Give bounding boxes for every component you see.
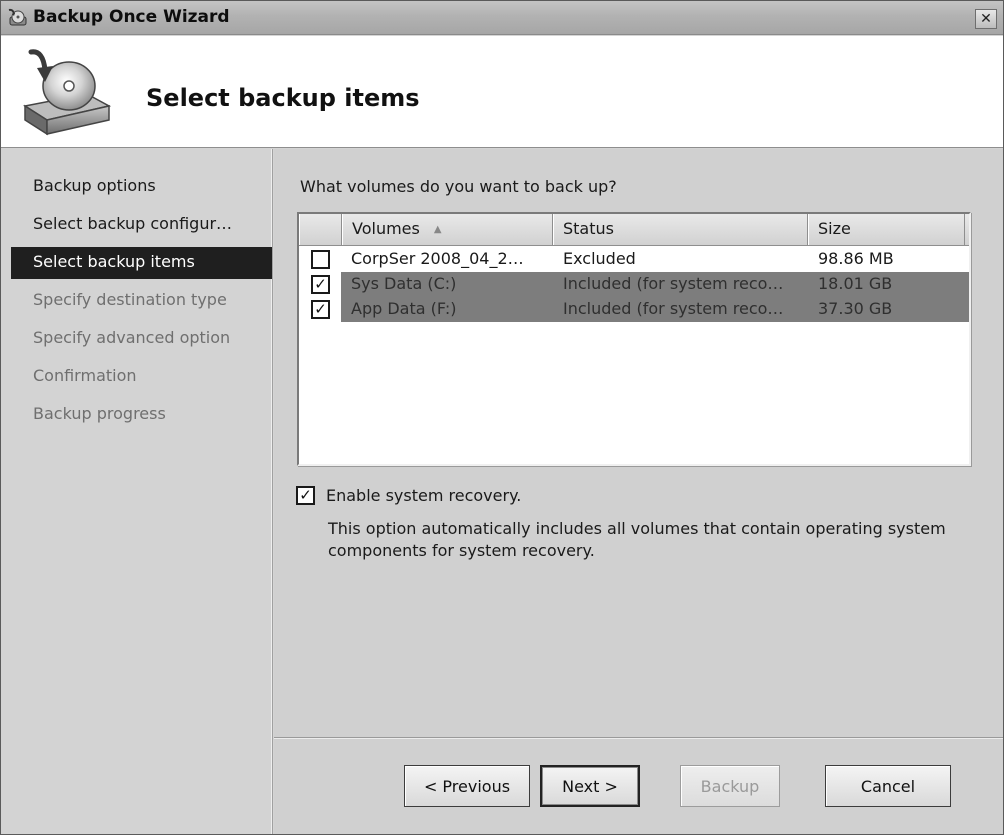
close-icon: ✕ bbox=[980, 11, 992, 27]
column-header-status[interactable]: Status bbox=[553, 214, 808, 245]
column-header-volumes-label: Volumes bbox=[352, 219, 420, 238]
backup-button: Backup bbox=[680, 765, 780, 807]
column-header-size[interactable]: Size bbox=[808, 214, 965, 245]
row-checkbox[interactable]: ✓ bbox=[311, 300, 330, 319]
table-row[interactable]: ✓ App Data (F:) Included (for system rec… bbox=[299, 297, 969, 322]
title-bar[interactable]: Backup Once Wizard ✕ bbox=[1, 1, 1003, 35]
volume-size: 18.01 GB bbox=[818, 274, 893, 293]
table-row[interactable]: CorpSer 2008_04_2… Excluded 98.86 MB bbox=[299, 247, 969, 272]
check-icon: ✓ bbox=[299, 486, 312, 504]
volume-name: App Data (F:) bbox=[351, 299, 457, 318]
sort-ascending-icon: ▲ bbox=[433, 224, 442, 235]
wizard-footer: < Previous Next > Backup Cancel bbox=[274, 737, 1003, 834]
nav-item-specify-advanced-option: Specify advanced option bbox=[33, 328, 231, 347]
nav-item-specify-destination-type: Specify destination type bbox=[33, 290, 227, 309]
volume-name: CorpSer 2008_04_2… bbox=[351, 249, 524, 268]
volumes-question: What volumes do you want to back up? bbox=[300, 177, 617, 196]
row-checkbox[interactable] bbox=[311, 250, 330, 269]
wizard-window: Backup Once Wizard ✕ Select backup items… bbox=[0, 0, 1004, 835]
table-row[interactable]: ✓ Sys Data (C:) Included (for system rec… bbox=[299, 272, 969, 297]
nav-item-backup-options[interactable]: Backup options bbox=[11, 171, 272, 203]
volume-size: 98.86 MB bbox=[818, 249, 894, 268]
wizard-nav: Backup options Select backup configur… S… bbox=[1, 149, 273, 834]
enable-system-recovery-checkbox[interactable]: ✓ bbox=[296, 486, 315, 505]
column-header-volumes[interactable]: Volumes ▲ bbox=[342, 214, 553, 245]
enable-system-recovery-label[interactable]: Enable system recovery. bbox=[326, 486, 521, 505]
nav-item-select-backup-configuration[interactable]: Select backup configur… bbox=[11, 209, 272, 241]
row-checkbox[interactable]: ✓ bbox=[311, 275, 330, 294]
close-button[interactable]: ✕ bbox=[975, 9, 997, 29]
volume-name: Sys Data (C:) bbox=[351, 274, 457, 293]
check-icon: ✓ bbox=[314, 275, 327, 293]
nav-item-confirmation: Confirmation bbox=[33, 366, 137, 385]
volume-status: Included (for system reco… bbox=[563, 299, 784, 318]
volume-status: Excluded bbox=[563, 249, 636, 268]
volumes-list[interactable]: Volumes ▲ Status Size CorpSer 2008_04_2… … bbox=[297, 212, 971, 466]
system-recovery-description: This option automatically includes all v… bbox=[328, 519, 946, 560]
list-header: Volumes ▲ Status Size bbox=[299, 214, 969, 246]
volume-size: 37.30 GB bbox=[818, 299, 893, 318]
window-title: Backup Once Wizard bbox=[33, 7, 230, 27]
main-content: What volumes do you want to back up? Vol… bbox=[274, 149, 1003, 737]
page-title: Select backup items bbox=[146, 84, 420, 112]
wizard-header: Select backup items bbox=[1, 36, 1003, 148]
previous-button[interactable]: < Previous bbox=[404, 765, 530, 807]
next-button[interactable]: Next > bbox=[540, 765, 640, 807]
backup-disk-icon bbox=[23, 49, 112, 136]
nav-item-select-backup-items[interactable]: Select backup items bbox=[11, 247, 272, 279]
volume-status: Included (for system reco… bbox=[563, 274, 784, 293]
nav-item-backup-progress: Backup progress bbox=[33, 404, 166, 423]
check-icon: ✓ bbox=[314, 300, 327, 318]
cancel-button[interactable]: Cancel bbox=[825, 765, 951, 807]
column-header-check[interactable] bbox=[299, 214, 342, 245]
backup-app-icon bbox=[8, 8, 27, 26]
